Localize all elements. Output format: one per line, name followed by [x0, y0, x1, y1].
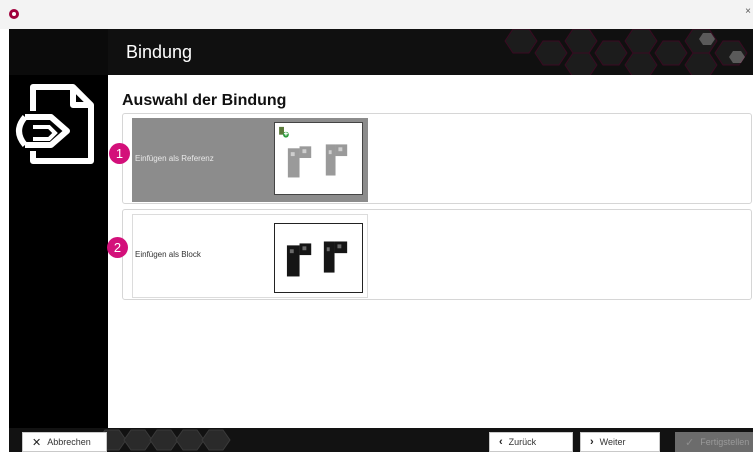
- link-icon: [279, 126, 289, 138]
- window-titlebar: ×: [0, 0, 753, 29]
- finish-button[interactable]: ✓ Fertigstellen: [675, 432, 753, 452]
- option-block-label: Einfügen als Block: [135, 250, 201, 259]
- header-hex-pattern: [504, 29, 748, 75]
- window-close-icon[interactable]: ×: [745, 6, 751, 17]
- sidebar: [9, 75, 108, 428]
- chevron-right-icon: ›: [590, 436, 594, 448]
- document-link-icon: [11, 84, 94, 164]
- footer-hex-pattern: [99, 429, 231, 451]
- option-reference-card[interactable]: Einfügen als Referenz: [122, 113, 752, 204]
- finish-button-label: Fertigstellen: [700, 437, 750, 447]
- dialog-footer: ✕ Abbrechen ‹ Zurück › Weiter ✓ Fertigst…: [9, 428, 753, 452]
- page-title: Bindung: [126, 42, 193, 62]
- reference-preview-image: [274, 122, 363, 195]
- option-reference-tile[interactable]: Einfügen als Referenz: [132, 118, 368, 202]
- cancel-button[interactable]: ✕ Abbrechen: [22, 432, 107, 452]
- next-button-label: Weiter: [599, 437, 626, 447]
- close-icon: ✕: [32, 436, 42, 449]
- back-button[interactable]: ‹ Zurück: [489, 432, 573, 452]
- option-block-tile[interactable]: Einfügen als Block: [132, 214, 368, 298]
- option-reference-label: Einfügen als Referenz: [135, 154, 214, 163]
- option-block-card[interactable]: Einfügen als Block: [122, 209, 752, 300]
- chevron-left-icon: ‹: [499, 436, 503, 448]
- next-button[interactable]: › Weiter: [580, 432, 660, 452]
- content-panel: Auswahl der Bindung Einfügen als Referen…: [108, 75, 753, 428]
- step-badge-1: 1: [109, 143, 130, 164]
- dialog-header: Bindung: [108, 29, 753, 75]
- step-badge-2: 2: [107, 237, 128, 258]
- app-icon: [9, 9, 19, 19]
- checkmark-icon: ✓: [685, 436, 695, 449]
- section-title: Auswahl der Bindung: [122, 92, 287, 109]
- cancel-button-label: Abbrechen: [47, 437, 91, 447]
- block-preview-image: [274, 223, 363, 293]
- back-button-label: Zurück: [508, 437, 537, 447]
